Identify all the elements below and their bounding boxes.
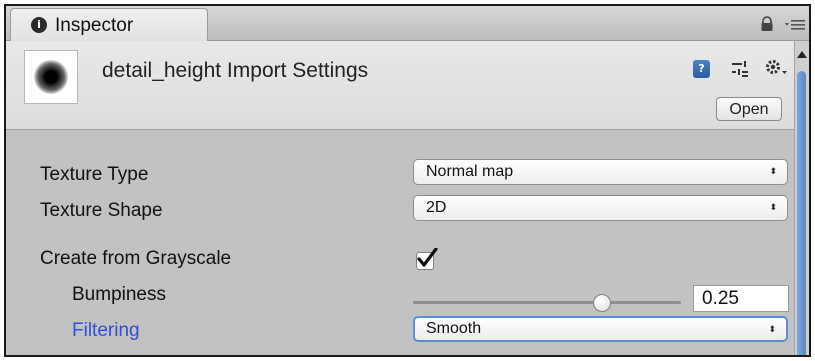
bumpiness-label: Bumpiness	[72, 284, 166, 305]
vertical-scrollbar[interactable]	[794, 41, 809, 355]
asset-title: detail_height Import Settings	[102, 59, 369, 82]
help-icon[interactable]: ?	[693, 60, 710, 78]
lock-icon[interactable]	[759, 16, 775, 32]
texture-thumbnail	[24, 50, 78, 104]
dropdown-arrow-icon: ⬍	[768, 325, 776, 335]
texture-preview-image	[34, 60, 68, 94]
texture-type-label: Texture Type	[40, 164, 149, 185]
texture-type-value: Normal map	[426, 163, 514, 180]
texture-shape-dropdown[interactable]: 2D ⬍	[413, 195, 788, 221]
create-from-grayscale-label: Create from Grayscale	[40, 248, 232, 269]
tab-label: Inspector	[55, 15, 134, 36]
texture-shape-label: Texture Shape	[40, 200, 163, 221]
texture-shape-value: 2D	[426, 199, 447, 216]
filtering-dropdown[interactable]: Smooth ⬍	[413, 316, 788, 342]
inspector-window: i Inspector detail_height Import Setting…	[4, 4, 811, 357]
dropdown-arrow-icon: ⬍	[769, 167, 777, 177]
filtering-value: Smooth	[426, 320, 482, 337]
asset-header: detail_height Import Settings ? Open	[6, 41, 795, 130]
open-button[interactable]: Open	[716, 97, 782, 121]
info-icon: i	[31, 17, 47, 33]
filtering-label: Filtering	[72, 320, 140, 341]
bumpiness-slider-handle[interactable]	[592, 294, 611, 312]
dropdown-arrow-icon: ⬍	[769, 203, 777, 213]
tab-strip: i Inspector	[6, 6, 809, 42]
presets-icon[interactable]	[730, 59, 750, 79]
checkmark-icon	[417, 248, 438, 267]
create-from-grayscale-checkbox[interactable]	[416, 248, 438, 270]
bumpiness-value-field[interactable]: 0.25	[693, 285, 789, 312]
scrollbar-thumb[interactable]	[797, 71, 806, 355]
tab-inspector[interactable]: i Inspector	[10, 8, 208, 42]
tab-menu-icon[interactable]	[785, 18, 805, 32]
gear-icon[interactable]	[764, 57, 788, 79]
scroll-up-arrow-icon[interactable]	[797, 51, 807, 58]
import-settings-panel: Texture Type Normal map ⬍ Texture Shape …	[6, 130, 795, 355]
bumpiness-slider-track[interactable]	[413, 301, 681, 304]
texture-type-dropdown[interactable]: Normal map ⬍	[413, 159, 788, 185]
